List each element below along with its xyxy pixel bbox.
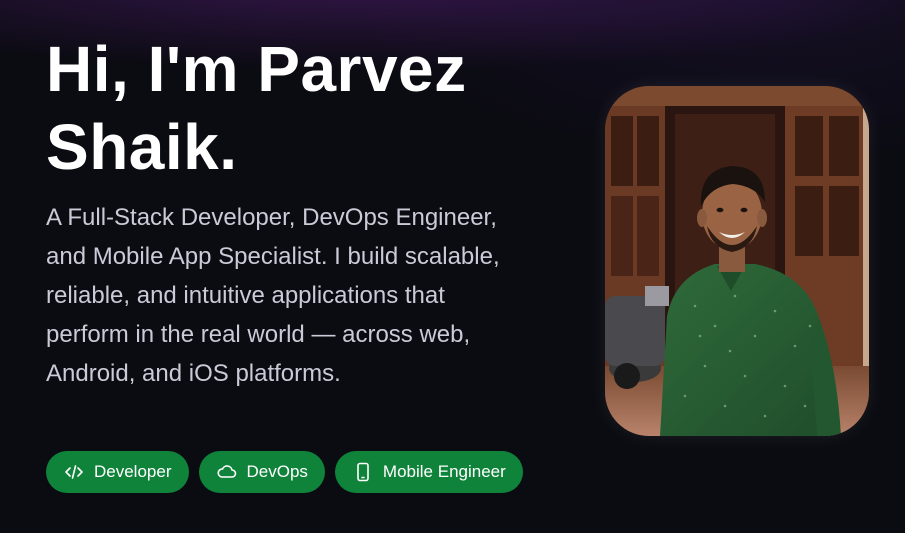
profile-photo <box>605 86 869 436</box>
tag-devops-label: DevOps <box>246 462 308 481</box>
smartphone-icon <box>352 461 374 483</box>
tag-mobile-engineer[interactable]: Mobile Engineer <box>334 451 523 493</box>
hero-title-line2: Shaik. <box>46 111 238 183</box>
hero-title: Hi, I'm Parvez Shaik. <box>46 30 566 186</box>
tag-mobile-engineer-label: Mobile Engineer <box>382 462 506 481</box>
cloud-icon <box>216 461 238 483</box>
role-tags: Developer DevOps Mobile Engineer <box>46 451 523 493</box>
hero-title-line1: Hi, I'm Parvez <box>46 33 467 105</box>
hero-description: A Full-Stack Developer, DevOps Engineer,… <box>46 204 500 387</box>
tag-developer-label: Developer <box>94 462 172 481</box>
hero-section: Hi, I'm Parvez Shaik. A Full-Stack Devel… <box>46 30 566 393</box>
profile-photo-illustration <box>605 86 869 436</box>
tag-devops[interactable]: DevOps <box>198 451 325 493</box>
tag-developer[interactable]: Developer <box>46 451 189 493</box>
code-icon <box>63 461 85 483</box>
